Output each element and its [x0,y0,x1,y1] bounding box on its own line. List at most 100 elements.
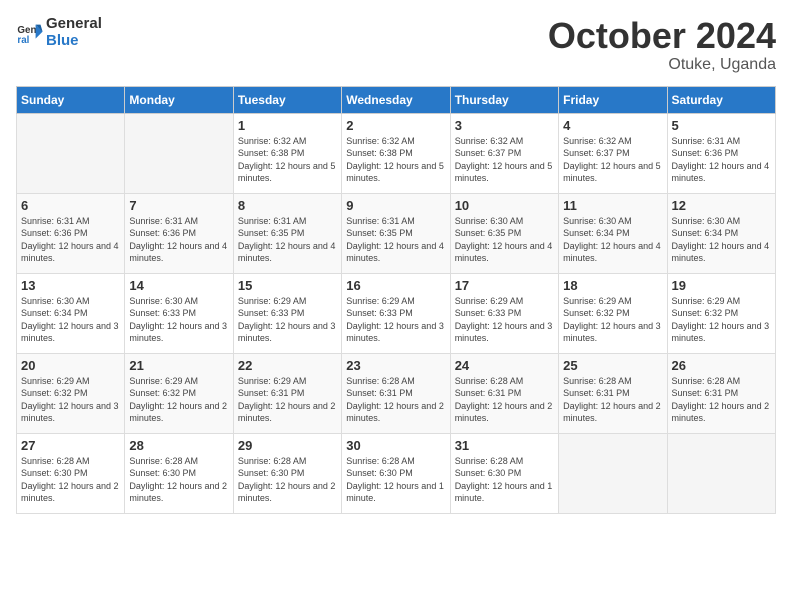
day-number: 6 [21,198,120,213]
day-number: 1 [238,118,337,133]
calendar-cell: 7 Sunrise: 6:31 AMSunset: 6:36 PMDaylight… [125,193,233,273]
day-info: Sunrise: 6:30 AMSunset: 6:34 PMDaylight:… [21,295,120,345]
calendar-cell: 21 Sunrise: 6:29 AMSunset: 6:32 PMDayligh… [125,353,233,433]
calendar-cell: 14Sunrise: 6:30 AMSunset: 6:33 PMDayligh… [125,273,233,353]
calendar-cell: 6 Sunrise: 6:31 AMSunset: 6:36 PMDaylight… [17,193,125,273]
day-info: Sunrise: 6:29 AMSunset: 6:32 PMDaylight:… [563,295,662,345]
header-monday: Monday [125,86,233,113]
week-row-1: 1 Sunrise: 6:32 AMSunset: 6:38 PMDaylight… [17,113,776,193]
location-title: Otuke, Uganda [548,56,776,74]
calendar-cell: 20Sunrise: 6:29 AMSunset: 6:32 PMDayligh… [17,353,125,433]
calendar-cell: 9 Sunrise: 6:31 AMSunset: 6:35 PMDaylight… [342,193,450,273]
calendar-cell [125,113,233,193]
svg-text:ral: ral [17,34,29,45]
week-row-2: 6 Sunrise: 6:31 AMSunset: 6:36 PMDaylight… [17,193,776,273]
calendar-cell: 29 Sunrise: 6:28 AMSunset: 6:30 PMDayligh… [233,433,341,513]
week-row-3: 13 Sunrise: 6:30 AMSunset: 6:34 PMDayligh… [17,273,776,353]
calendar-cell: 5 Sunrise: 6:31 AMSunset: 6:36 PMDaylight… [667,113,775,193]
header-wednesday: Wednesday [342,86,450,113]
calendar-cell: 24 Sunrise: 6:28 AMSunset: 6:31 PMDayligh… [450,353,558,433]
day-info: Sunrise: 6:32 AMSunset: 6:37 PMDaylight:… [455,135,554,185]
day-number: 18 [563,278,662,293]
day-number: 5 [672,118,771,133]
logo-blue: Blue [46,32,79,49]
header-tuesday: Tuesday [233,86,341,113]
calendar-cell: 28 Sunrise: 6:28 AMSunset: 6:30 PMDayligh… [125,433,233,513]
calendar-header-row: SundayMondayTuesdayWednesdayThursdayFrid… [17,86,776,113]
logo-general: General [46,15,102,32]
calendar-cell: 1 Sunrise: 6:32 AMSunset: 6:38 PMDaylight… [233,113,341,193]
calendar-cell: 31Sunrise: 6:28 AMSunset: 6:30 PMDayligh… [450,433,558,513]
day-info: Sunrise: 6:30 AMSunset: 6:34 PMDaylight:… [563,215,662,265]
day-number: 22 [238,358,337,373]
day-info: Sunrise: 6:29 AMSunset: 6:32 PMDaylight:… [129,375,228,425]
calendar-cell [17,113,125,193]
day-number: 10 [455,198,554,213]
calendar-cell: 27Sunrise: 6:28 AMSunset: 6:30 PMDayligh… [17,433,125,513]
calendar-cell: 17 Sunrise: 6:29 AMSunset: 6:33 PMDayligh… [450,273,558,353]
calendar-cell [559,433,667,513]
calendar-cell: 22Sunrise: 6:29 AMSunset: 6:31 PMDayligh… [233,353,341,433]
day-number: 13 [21,278,120,293]
day-number: 24 [455,358,554,373]
day-number: 12 [672,198,771,213]
day-number: 26 [672,358,771,373]
day-number: 3 [455,118,554,133]
calendar-cell: 13 Sunrise: 6:30 AMSunset: 6:34 PMDayligh… [17,273,125,353]
day-info: Sunrise: 6:28 AMSunset: 6:30 PMDaylight:… [129,455,228,505]
day-number: 19 [672,278,771,293]
header-sunday: Sunday [17,86,125,113]
calendar-cell: 16 Sunrise: 6:29 AMSunset: 6:33 PMDayligh… [342,273,450,353]
calendar-cell: 10 Sunrise: 6:30 AMSunset: 6:35 PMDayligh… [450,193,558,273]
calendar-cell: 2Sunrise: 6:32 AMSunset: 6:38 PMDaylight… [342,113,450,193]
calendar-cell: 23 Sunrise: 6:28 AMSunset: 6:31 PMDayligh… [342,353,450,433]
day-info: Sunrise: 6:28 AMSunset: 6:31 PMDaylight:… [346,375,445,425]
day-number: 16 [346,278,445,293]
day-number: 9 [346,198,445,213]
day-info: Sunrise: 6:28 AMSunset: 6:30 PMDaylight:… [238,455,337,505]
calendar-cell: 26 Sunrise: 6:28 AMSunset: 6:31 PMDayligh… [667,353,775,433]
day-info: Sunrise: 6:32 AMSunset: 6:38 PMDaylight:… [238,135,337,185]
header-thursday: Thursday [450,86,558,113]
day-number: 7 [129,198,228,213]
day-info: Sunrise: 6:31 AMSunset: 6:35 PMDaylight:… [238,215,337,265]
week-row-5: 27Sunrise: 6:28 AMSunset: 6:30 PMDayligh… [17,433,776,513]
calendar-table: SundayMondayTuesdayWednesdayThursdayFrid… [16,86,776,514]
calendar-cell: 15 Sunrise: 6:29 AMSunset: 6:33 PMDayligh… [233,273,341,353]
day-number: 23 [346,358,445,373]
day-number: 8 [238,198,337,213]
calendar-cell: 8 Sunrise: 6:31 AMSunset: 6:35 PMDaylight… [233,193,341,273]
day-number: 14 [129,278,228,293]
day-number: 4 [563,118,662,133]
day-info: Sunrise: 6:28 AMSunset: 6:30 PMDaylight:… [21,455,120,505]
day-number: 15 [238,278,337,293]
day-info: Sunrise: 6:31 AMSunset: 6:36 PMDaylight:… [21,215,120,265]
calendar-cell: 11 Sunrise: 6:30 AMSunset: 6:34 PMDayligh… [559,193,667,273]
day-info: Sunrise: 6:28 AMSunset: 6:30 PMDaylight:… [346,455,445,505]
day-info: Sunrise: 6:31 AMSunset: 6:35 PMDaylight:… [346,215,445,265]
day-info: Sunrise: 6:28 AMSunset: 6:30 PMDaylight:… [455,455,554,505]
month-title: October 2024 [548,16,776,56]
day-number: 21 [129,358,228,373]
day-info: Sunrise: 6:29 AMSunset: 6:32 PMDaylight:… [21,375,120,425]
week-row-4: 20Sunrise: 6:29 AMSunset: 6:32 PMDayligh… [17,353,776,433]
day-info: Sunrise: 6:29 AMSunset: 6:33 PMDaylight:… [346,295,445,345]
calendar-cell: 18 Sunrise: 6:29 AMSunset: 6:32 PMDayligh… [559,273,667,353]
day-info: Sunrise: 6:28 AMSunset: 6:31 PMDaylight:… [563,375,662,425]
day-info: Sunrise: 6:29 AMSunset: 6:32 PMDaylight:… [672,295,771,345]
day-number: 17 [455,278,554,293]
title-area: October 2024 Otuke, Uganda [548,16,776,74]
day-info: Sunrise: 6:28 AMSunset: 6:31 PMDaylight:… [672,375,771,425]
day-info: Sunrise: 6:29 AMSunset: 6:33 PMDaylight:… [455,295,554,345]
day-number: 28 [129,438,228,453]
day-info: Sunrise: 6:31 AMSunset: 6:36 PMDaylight:… [672,135,771,185]
day-info: Sunrise: 6:30 AMSunset: 6:35 PMDaylight:… [455,215,554,265]
day-info: Sunrise: 6:29 AMSunset: 6:33 PMDaylight:… [238,295,337,345]
day-number: 29 [238,438,337,453]
day-info: Sunrise: 6:31 AMSunset: 6:36 PMDaylight:… [129,215,228,265]
logo: Gene ral General Blue [16,16,102,49]
day-info: Sunrise: 6:30 AMSunset: 6:34 PMDaylight:… [672,215,771,265]
day-number: 11 [563,198,662,213]
header-saturday: Saturday [667,86,775,113]
day-info: Sunrise: 6:28 AMSunset: 6:31 PMDaylight:… [455,375,554,425]
